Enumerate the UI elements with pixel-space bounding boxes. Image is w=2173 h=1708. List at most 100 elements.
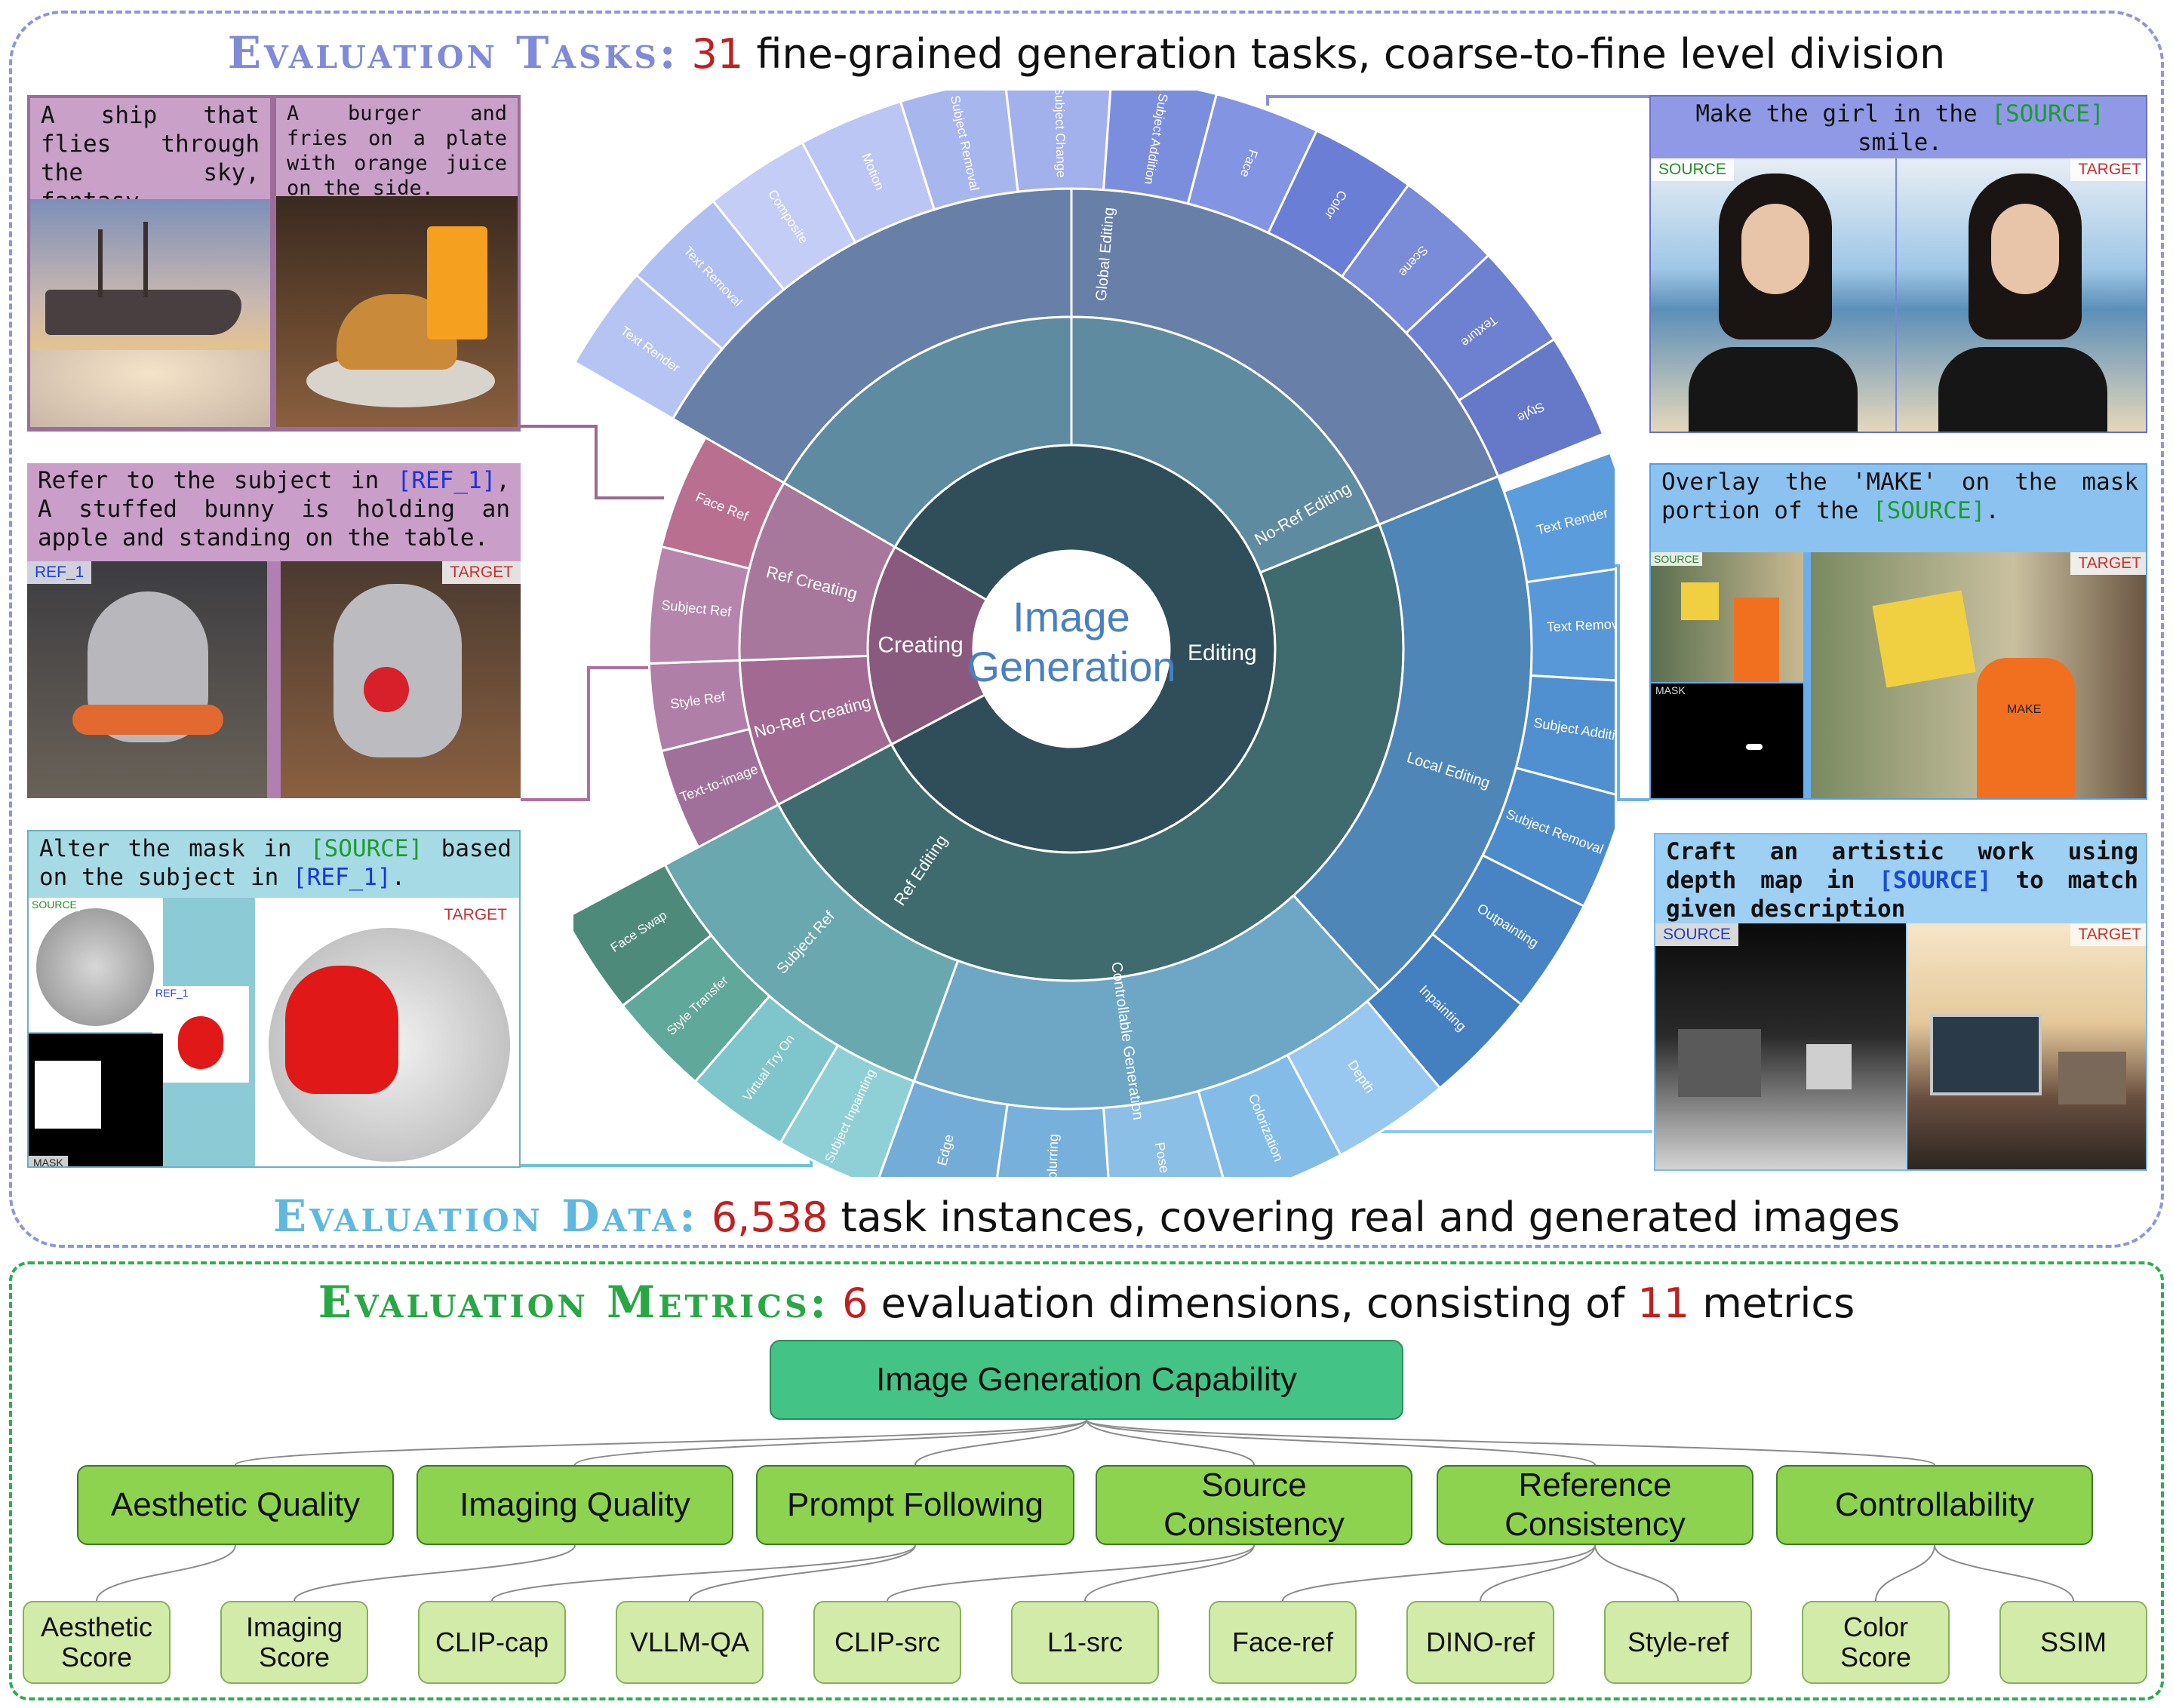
dim-controllability: Controllability: [1776, 1465, 2093, 1545]
target-tag: TARGET: [2070, 158, 2146, 181]
metric-color-score: Color Score: [1802, 1601, 1950, 1684]
edge-root-dim-5: [1086, 1419, 1935, 1466]
yellow-card: [1681, 582, 1719, 620]
ring1-label-editing: Editing: [1188, 640, 1257, 665]
ref-token: [REF_1]: [292, 864, 392, 891]
man-target-image: MAKE TARGET: [1811, 552, 2146, 798]
source-token: [SOURCE]: [1872, 497, 1986, 524]
red-creature-ref-image: REF_1: [152, 986, 249, 1083]
clouds: [30, 350, 270, 427]
source-tag: SOURCE: [1651, 158, 1734, 181]
edge-dim-metric-8: [1594, 1544, 1679, 1602]
face: [1991, 204, 2059, 294]
flying-ship-image: [30, 199, 270, 427]
prompt-text: Refer to the subject in: [38, 467, 398, 494]
prompt-text: Make the girl in the: [1695, 100, 1992, 127]
edge-dim-metric-3: [689, 1544, 916, 1602]
mask-tag: MASK: [29, 1156, 68, 1166]
red-creature: [178, 1016, 223, 1069]
panel-1a-bg: A ship that flies through the sky, fanta…: [30, 98, 270, 427]
local-leaf-label-1: Text Removal: [1546, 616, 1615, 635]
panel-3-header: Alter the mask in [SOURCE] based on the …: [29, 831, 519, 898]
center-label-2: Generation: [967, 643, 1176, 690]
red-creature: [285, 966, 398, 1094]
mask-image: MASK: [29, 1034, 163, 1166]
edge-dim-metric-4: [887, 1544, 1255, 1602]
panel-2-header: Refer to the subject in [REF_1], A stuff…: [27, 463, 521, 561]
metric-label: CLIP-src: [834, 1627, 940, 1657]
metric-label: DINO-ref: [1426, 1627, 1535, 1657]
monitor-shape: [1678, 1029, 1761, 1097]
metric-label: L1-src: [1047, 1627, 1123, 1657]
bunny-reference-image: REF_1: [27, 561, 267, 798]
metric-label: Color Score: [1840, 1611, 1912, 1673]
root-node: Image Generation Capability: [770, 1340, 1403, 1420]
metric-label: Aesthetic Score: [40, 1611, 153, 1673]
monitor: [1930, 1014, 2042, 1095]
mask-region: [35, 1061, 101, 1129]
black-shirt: [1689, 347, 1858, 432]
metric-label: Face-ref: [1231, 1627, 1334, 1657]
cup-shape: [1806, 1044, 1852, 1089]
ref-token: [REF_1]: [397, 467, 496, 494]
source-tag: SOURCE: [29, 898, 80, 911]
face: [1741, 204, 1809, 294]
dimension-label: Prompt Following: [787, 1486, 1043, 1523]
root-label: Image Generation Capability: [876, 1361, 1297, 1398]
edge-dim-metric-5: [1084, 1544, 1255, 1602]
desk-target-image: TARGET: [1907, 923, 2146, 1169]
coin-target-image: TARGET: [255, 898, 519, 1166]
sunburst-chart: ImageGenerationCreating EditingNo-Ref Cre…: [573, 91, 1615, 1177]
target-tag: TARGET: [2070, 552, 2146, 575]
source-token: [SOURCE]: [309, 835, 423, 862]
ship-mast: [143, 222, 148, 297]
edge-root-dim-0: [235, 1419, 1087, 1466]
center-label-1: Image: [1013, 593, 1130, 640]
target-tag: TARGET: [442, 561, 521, 584]
panel-6-prompt: Craft an artistic work using depth map i…: [1655, 834, 2146, 926]
yellow-card: [1872, 590, 1976, 688]
burger-image: [276, 196, 518, 427]
dimension-label: Imaging Quality: [459, 1486, 690, 1523]
prompt-text: smile.: [1858, 129, 1942, 156]
source-tag: SOURCE: [1655, 923, 1738, 946]
depth-map-image: SOURCE: [1655, 923, 1906, 1169]
metric-label: SSIM: [2039, 1627, 2107, 1657]
dim-reference-consistency: Reference Consistency: [1437, 1465, 1753, 1545]
target-tag: TARGET: [2070, 923, 2146, 946]
black-shirt: [1938, 347, 2107, 432]
ref-tag: REF_1: [155, 987, 189, 999]
metric-l1-src: L1-src: [1011, 1601, 1159, 1684]
metric-label: Imaging Score: [245, 1611, 343, 1673]
coin: [36, 908, 154, 1026]
metric-vllm-qa: VLLM-QA: [616, 1601, 764, 1684]
prompt-text: .: [391, 864, 406, 891]
edge-dim-metric-7: [1480, 1544, 1596, 1602]
panel-text-render: Overlay the 'MAKE' on the mask portion o…: [1649, 463, 2147, 800]
dimension-label: Controllability: [1834, 1486, 2035, 1523]
ref-tag: REF_1: [27, 561, 92, 584]
panel-text-to-image: A ship that flies through the sky, fanta…: [27, 95, 521, 432]
dim-imaging-quality: Imaging Quality: [416, 1465, 733, 1545]
shirt-text: MAKE: [2007, 703, 2042, 716]
panel-4-prompt: Make the girl in the [SOURCE] smile.: [1651, 97, 2146, 160]
metric-clip-src: CLIP-src: [813, 1601, 961, 1684]
panel-4-header: Make the girl in the [SOURCE] smile.: [1651, 97, 2146, 160]
dimension-label: Source Consistency: [1163, 1467, 1345, 1543]
mask-image: MASK: [1651, 684, 1803, 798]
source-token: [SOURCE]: [1991, 100, 2104, 127]
carrot: [72, 705, 223, 735]
girl-target-image: TARGET: [1897, 158, 2146, 432]
panel-6-header: Craft an artistic work using depth map i…: [1655, 834, 2146, 926]
panel-1b-bg: A burger and fries on a plate with orang…: [276, 98, 518, 427]
target-tag: TARGET: [436, 904, 515, 926]
metric-label: CLIP-cap: [435, 1627, 549, 1657]
metric-clip-cap: CLIP-cap: [418, 1601, 566, 1684]
edge-dim-metric-1: [294, 1544, 576, 1602]
metric-label: Style-ref: [1627, 1627, 1729, 1657]
dim-source-consistency: Source Consistency: [1096, 1465, 1412, 1545]
panel-3-prompt: Alter the mask in [SOURCE] based on the …: [29, 831, 519, 895]
mask-region: [1746, 744, 1763, 750]
bunny-target-image: TARGET: [281, 561, 521, 798]
ring1-label-creating: Creating: [877, 632, 963, 657]
